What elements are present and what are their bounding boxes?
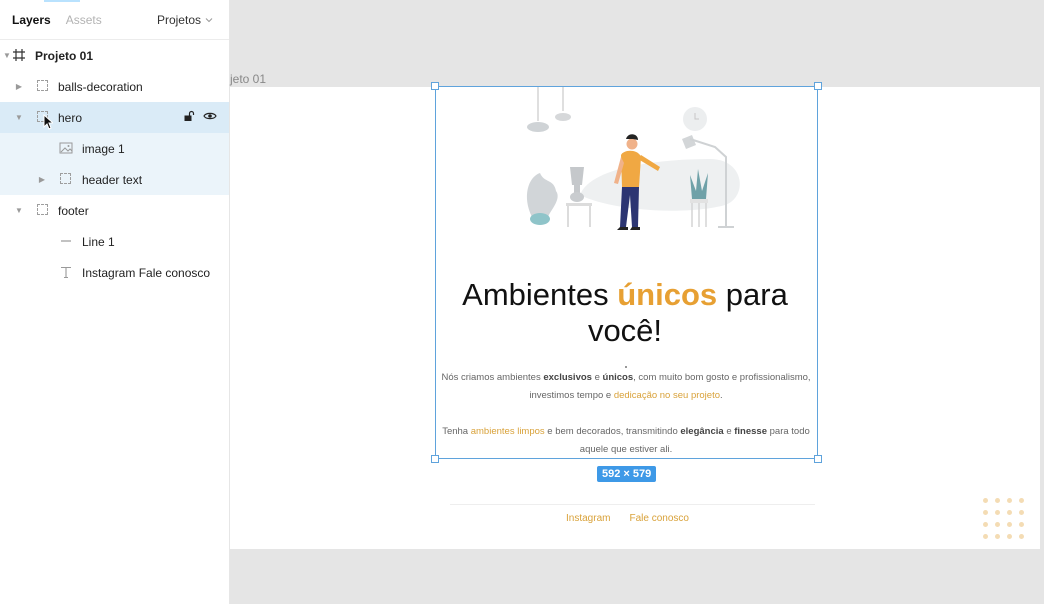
balls-decoration[interactable] — [983, 498, 1024, 539]
unlock-icon[interactable] — [183, 110, 195, 122]
decoration-dot — [995, 522, 1000, 527]
layer-header-text[interactable]: ▶ header text — [0, 164, 229, 195]
layer-label: hero — [58, 110, 83, 125]
layer-root[interactable]: ▼ Projeto 01 — [0, 40, 229, 71]
caret-right-icon[interactable]: ▶ — [37, 175, 47, 185]
caret-down-icon[interactable]: ▼ — [14, 206, 24, 216]
chevron-down-icon — [205, 18, 213, 23]
line-icon — [61, 240, 71, 242]
selection-box[interactable] — [431, 82, 822, 463]
cursor-icon — [43, 114, 53, 130]
design-canvas[interactable]: jeto 01 Ambientes únicos para você! Nós … — [230, 0, 1044, 604]
contact-link[interactable]: Fale conosco — [629, 513, 688, 524]
layer-balls-decoration[interactable]: ▶ balls-decoration — [0, 71, 229, 102]
decoration-dot — [983, 522, 988, 527]
layer-actions — [183, 110, 217, 122]
tab-layers[interactable]: Layers — [12, 13, 51, 27]
decoration-dot — [1019, 498, 1024, 503]
resize-handle-top-left[interactable] — [431, 82, 439, 90]
decoration-dot — [983, 498, 988, 503]
text-icon — [61, 266, 71, 279]
tab-assets[interactable]: Assets — [66, 13, 102, 27]
dimension-badge: 592 × 579 — [597, 466, 657, 482]
decoration-dot — [995, 534, 1000, 539]
eye-icon[interactable] — [203, 110, 217, 122]
layer-label: Instagram Fale conosco — [82, 265, 211, 280]
panel-tabs: Layers Assets Projetos — [0, 0, 229, 40]
decoration-dot — [995, 498, 1000, 503]
tab-indicator — [44, 0, 80, 2]
decoration-dot — [1019, 522, 1024, 527]
layer-image-1[interactable]: image 1 — [0, 133, 229, 164]
decoration-dot — [1007, 522, 1012, 527]
decoration-dot — [1007, 498, 1012, 503]
instagram-link[interactable]: Instagram — [566, 513, 610, 524]
caret-right-icon[interactable]: ▶ — [14, 82, 24, 92]
resize-handle-bottom-right[interactable] — [814, 455, 822, 463]
caret-down-icon[interactable]: ▼ — [2, 51, 12, 61]
layer-label: Line 1 — [82, 234, 115, 249]
resize-handle-bottom-left[interactable] — [431, 455, 439, 463]
resize-handle-top-right[interactable] — [814, 82, 822, 90]
layer-footer[interactable]: ▼ footer — [0, 195, 229, 226]
frame-hash-icon — [13, 49, 25, 61]
footer-links[interactable]: Instagram Fale conosco — [566, 513, 689, 524]
layer-label: footer — [58, 203, 89, 218]
decoration-dot — [1019, 510, 1024, 515]
decoration-dot — [995, 510, 1000, 515]
footer-line[interactable] — [450, 504, 815, 505]
caret-down-icon[interactable]: ▼ — [14, 113, 24, 123]
layer-line-1[interactable]: Line 1 — [0, 226, 229, 257]
group-icon — [36, 79, 50, 93]
layer-instagram-fale-conosco[interactable]: Instagram Fale conosco — [0, 257, 229, 288]
projects-dropdown-label: Projetos — [156, 13, 201, 27]
projects-dropdown[interactable]: Projetos — [157, 13, 213, 27]
frame-label[interactable]: jeto 01 — [230, 72, 266, 86]
decoration-dot — [1007, 510, 1012, 515]
decoration-dot — [1019, 534, 1024, 539]
decoration-dot — [1007, 534, 1012, 539]
layer-label: balls-decoration — [58, 79, 143, 94]
decoration-dot — [983, 510, 988, 515]
layers-panel: Layers Assets Projetos ▼ Projeto 01 ▶ ba… — [0, 0, 230, 604]
frame-projeto-01[interactable]: Ambientes únicos para você! Nós criamos … — [230, 82, 1040, 549]
layer-label: Projeto 01 — [35, 48, 94, 63]
layer-label: header text — [82, 172, 143, 187]
layer-hero[interactable]: ▼ hero — [0, 102, 229, 133]
decoration-dot — [983, 534, 988, 539]
layer-label: image 1 — [82, 141, 125, 156]
image-icon — [59, 142, 73, 154]
group-icon — [59, 172, 73, 186]
group-icon — [36, 203, 50, 217]
